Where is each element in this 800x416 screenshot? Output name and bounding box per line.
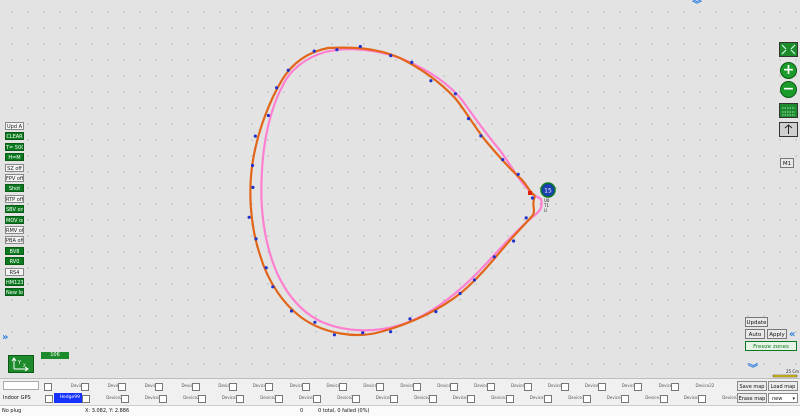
- toolbar-button[interactable]: RS4: [5, 267, 24, 276]
- position-point: [466, 117, 471, 121]
- position-point: [501, 158, 505, 162]
- svg-text:X: X: [23, 363, 26, 368]
- position-point: [472, 278, 476, 282]
- toolbar-button[interactable]: CLEAR: [5, 132, 24, 141]
- m1-button[interactable]: M1: [780, 158, 794, 168]
- toolbar-button[interactable]: Upd A: [5, 122, 24, 130]
- position-point: [361, 331, 365, 335]
- zoom-out-button[interactable]: −: [780, 81, 797, 98]
- erase-map-button[interactable]: Erase map: [737, 393, 767, 403]
- position-point: [332, 333, 336, 337]
- position-point: [313, 320, 317, 324]
- toolbar-button[interactable]: H=M: [5, 153, 24, 162]
- device-name[interactable]: Device22: [678, 381, 715, 391]
- svg-text:Y: Y: [17, 360, 22, 366]
- device-panel: Device6 Device7 Device8 Device9 Device9 Devic…: [0, 378, 800, 406]
- position-points: [247, 44, 535, 337]
- toolbar-button[interactable]: RTP off: [5, 194, 24, 203]
- position-point: [266, 113, 270, 118]
- hedgehog-label-3: U: [544, 208, 547, 213]
- position-point: [271, 285, 275, 289]
- indoor-gps-label: Indoor GPS: [3, 395, 31, 401]
- map-select-value: new: [772, 396, 783, 402]
- map-canvas[interactable]: 15 U0 T1 U 25 Cm ︾ Upd A CLEAR T= 500 H=M SZ…: [0, 0, 800, 378]
- device-row1-first[interactable]: [3, 381, 39, 390]
- position-point: [254, 237, 258, 241]
- hedgehog-selected[interactable]: Hedge99: [54, 393, 82, 403]
- measured-trajectory: [249, 46, 537, 336]
- toolbar-button[interactable]: SZ off: [5, 163, 24, 172]
- hedgehog-checkbox[interactable]: [45, 395, 53, 403]
- axis-value: 106: [41, 352, 69, 359]
- apply-button[interactable]: Apply: [767, 329, 787, 339]
- status-bar: No plug X: 3.082, Y: 2.886 0 0 total, 0 …: [0, 405, 800, 416]
- scale-bar: 25 Cm: [772, 369, 799, 378]
- position-point: [516, 172, 520, 176]
- toolbar-button[interactable]: T= 500: [5, 142, 24, 151]
- fit-arrows-icon: [781, 44, 796, 55]
- position-point: [530, 196, 535, 200]
- map-select[interactable]: new ▾: [768, 393, 798, 403]
- toolbar-button[interactable]: RV0: [5, 257, 24, 266]
- update-button[interactable]: Update: [745, 317, 768, 327]
- toolbar-button[interactable]: HM123: [5, 278, 24, 286]
- trajectory-map: 15 U0 T1 U 25 Cm: [247, 44, 799, 378]
- auto-button[interactable]: Auto: [745, 329, 765, 339]
- collapse-right-icon[interactable]: «: [789, 330, 795, 340]
- load-map-button[interactable]: Load map: [768, 381, 798, 391]
- position-point: [275, 86, 279, 90]
- toolbar-button[interactable]: Shot: [5, 184, 24, 193]
- toolbar-button[interactable]: FPV off: [5, 174, 24, 182]
- zoom-in-button[interactable]: +: [780, 62, 797, 79]
- axis-widget[interactable]: Y X: [8, 355, 34, 373]
- toolbar-button[interactable]: PBA off: [5, 236, 24, 245]
- position-point: [389, 330, 393, 334]
- chevron-down-icon: ▾: [792, 396, 795, 402]
- collapse-top-icon[interactable]: ︾: [692, 1, 702, 11]
- position-point: [289, 309, 294, 313]
- beacon-square: [528, 191, 532, 195]
- freeze-zones-button[interactable]: Freeze zones: [745, 341, 797, 351]
- position-point: [358, 44, 362, 49]
- position-point: [453, 92, 457, 96]
- position-point: [312, 49, 316, 53]
- position-point: [511, 239, 516, 243]
- position-point: [335, 48, 339, 52]
- toolbar-button[interactable]: New log: [5, 288, 24, 297]
- position-point: [389, 54, 393, 58]
- position-point: [524, 216, 528, 220]
- toolbar-button[interactable]: RMV off: [5, 226, 24, 234]
- position-point: [429, 79, 433, 83]
- toolbar-button[interactable]: SBV on: [5, 205, 24, 214]
- svg-text:25 Cm: 25 Cm: [786, 369, 799, 374]
- position-point: [253, 134, 257, 138]
- expand-left-icon[interactable]: »: [2, 333, 8, 343]
- position-point: [251, 185, 255, 189]
- position-point: [286, 68, 290, 72]
- position-point: [250, 163, 255, 168]
- toolbar-button[interactable]: MOV on: [5, 215, 24, 224]
- position-point: [458, 291, 462, 296]
- up-arrow-button[interactable]: [779, 122, 798, 137]
- grid-toggle-button[interactable]: [779, 103, 798, 118]
- arrow-up-icon: [784, 124, 793, 134]
- position-point: [247, 215, 251, 219]
- save-map-button[interactable]: Save map: [737, 381, 767, 391]
- position-point: [479, 134, 483, 138]
- grid-icon: [782, 107, 795, 116]
- position-point: [264, 266, 268, 270]
- position-point: [434, 310, 438, 314]
- position-point: [410, 60, 414, 64]
- reference-trajectory: [260, 48, 543, 332]
- fit-view-button[interactable]: [779, 42, 798, 57]
- position-point: [492, 255, 496, 259]
- position-point: [408, 317, 412, 321]
- collapse-bottom-icon[interactable]: ︾: [748, 365, 758, 375]
- toolbar-button[interactable]: BV8: [5, 246, 24, 255]
- axis-icon: Y X: [11, 357, 29, 372]
- hedgehog-id: 15: [544, 188, 552, 195]
